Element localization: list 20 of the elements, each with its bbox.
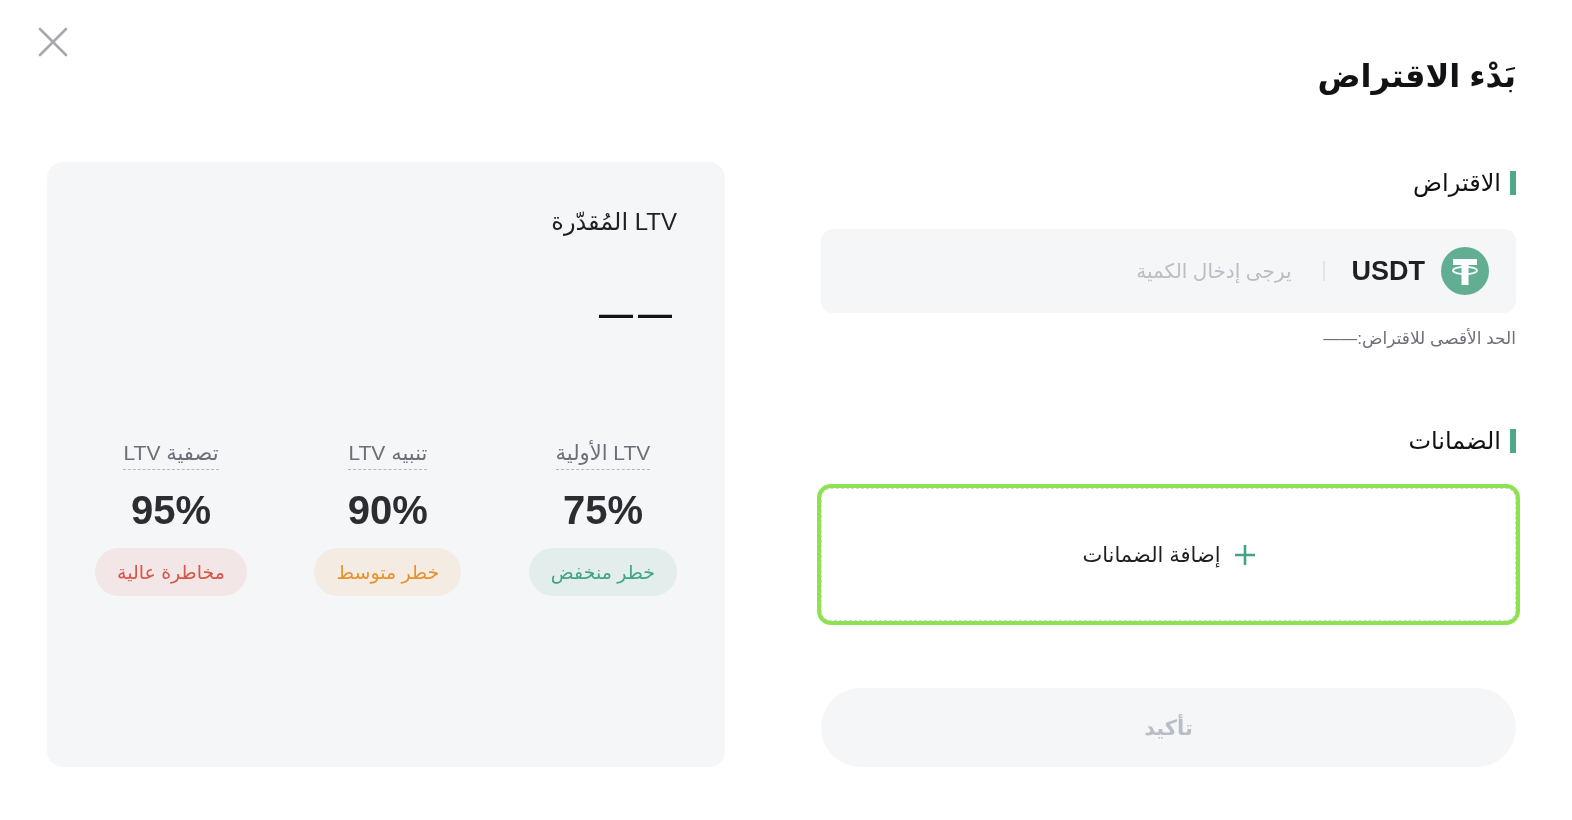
risk-tag: خطر متوسط xyxy=(314,548,462,596)
max-borrow-label: الحد الأقصى للاقتراض:—— xyxy=(1322,327,1516,350)
ltv-level-value: 75% xyxy=(562,487,643,534)
section-heading: الاقتراض xyxy=(1413,171,1516,195)
ltv-level-label: LTV الأولية xyxy=(555,439,651,470)
risk-tag: خطر منخفض xyxy=(528,548,677,596)
ltv-level-value: 95% xyxy=(130,487,211,534)
ltv-level-label: تصفية LTV xyxy=(123,439,219,470)
page-title: بَدْء الاقتراض xyxy=(1317,57,1516,96)
ltv-label: LTV المُقدّرة xyxy=(551,207,677,238)
coin-icon xyxy=(1441,247,1489,295)
currency-label: USDT xyxy=(1351,255,1425,287)
ltv-value: —— xyxy=(599,293,677,334)
plus-icon xyxy=(1234,544,1255,565)
amount-input[interactable]: يرجى إدخال الكمية xyxy=(845,255,1292,287)
risk-tag: مخاطرة عالية xyxy=(95,548,247,596)
ltv-level-label: تنبيه LTV xyxy=(348,439,428,470)
ltv-level-value: 90% xyxy=(347,487,428,534)
close-icon[interactable] xyxy=(38,27,68,57)
section-heading: الضمانات xyxy=(1408,429,1516,453)
